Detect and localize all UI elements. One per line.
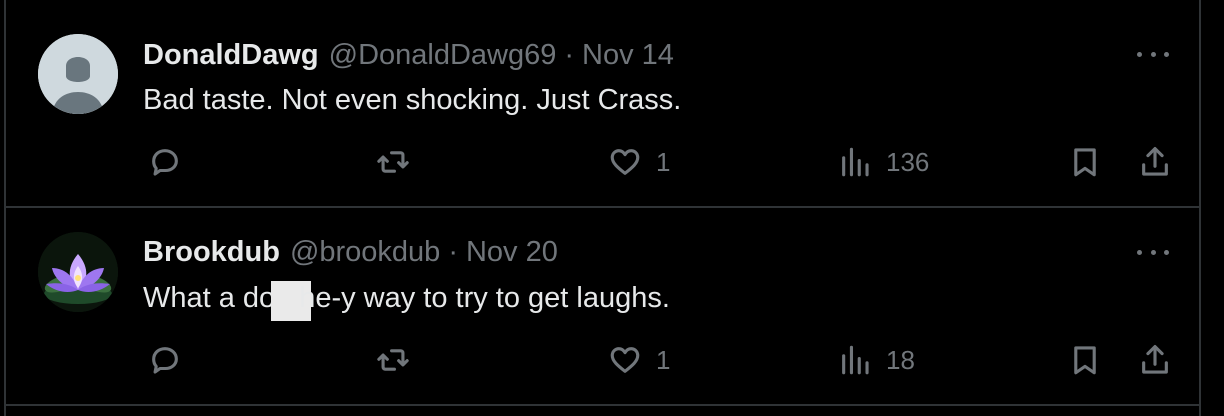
- bookmark-icon: [1074, 148, 1096, 177]
- share-button[interactable]: [1138, 340, 1172, 380]
- reply-feed: DonaldDawg @DonaldDawg69 · Nov 14 Bad ta…: [4, 0, 1201, 416]
- share-button[interactable]: [1138, 142, 1172, 182]
- more-dots-icon[interactable]: [1137, 44, 1169, 64]
- share-icon: [1142, 344, 1168, 374]
- tweet-text: Bad taste. Not even shocking. Just Crass…: [143, 82, 681, 118]
- reply-button[interactable]: [148, 142, 182, 182]
- share-icon: [1142, 146, 1168, 176]
- tweet-date[interactable]: Nov 14: [582, 37, 674, 73]
- display-name[interactable]: DonaldDawg: [143, 37, 319, 73]
- more-dots-icon[interactable]: [1137, 242, 1169, 262]
- tweet-header: DonaldDawg @DonaldDawg69 · Nov 14: [143, 37, 674, 73]
- tweet-text-content: Bad taste. Not even shocking. Just Crass…: [143, 84, 682, 116]
- action-bar: 1 136: [144, 142, 1184, 182]
- like-count: 1: [656, 344, 671, 375]
- like-button[interactable]: 1: [608, 142, 670, 182]
- heart-icon: [610, 347, 640, 373]
- avatar[interactable]: [38, 34, 118, 114]
- separator: ·: [564, 39, 575, 71]
- views-button[interactable]: 18: [838, 340, 915, 380]
- view-count: 136: [886, 146, 930, 177]
- tweet-date[interactable]: Nov 20: [466, 234, 558, 270]
- views-button[interactable]: 136: [838, 142, 929, 182]
- heart-icon: [610, 149, 640, 175]
- reply-icon: [152, 149, 178, 176]
- bookmark-button[interactable]: [1068, 142, 1102, 182]
- bookmark-button[interactable]: [1068, 340, 1102, 380]
- default-person-avatar-icon: [38, 34, 118, 114]
- lotus-flower-avatar-icon: [38, 232, 118, 312]
- avatar[interactable]: [38, 232, 118, 312]
- like-count: 1: [656, 146, 671, 177]
- views-chart-icon: [842, 147, 869, 177]
- tweet-text-before-redaction: What a do: [143, 282, 276, 314]
- reply-icon: [152, 347, 178, 374]
- retweet-button[interactable]: [376, 142, 410, 182]
- retweet-icon: [377, 349, 409, 371]
- separator: ·: [448, 236, 458, 268]
- user-handle[interactable]: @brookdub: [290, 234, 440, 270]
- retweet-button[interactable]: [376, 340, 410, 380]
- tweet-header: Brookdub @brookdub · Nov 20: [143, 234, 558, 270]
- display-name[interactable]: Brookdub: [143, 234, 280, 270]
- tweet-text-after-redaction: he-y way to try to get laughs.: [299, 282, 670, 314]
- reply-button[interactable]: [148, 340, 182, 380]
- like-button[interactable]: 1: [608, 340, 670, 380]
- tweet-text: What a do he-y way to try to get laughs.: [143, 280, 670, 321]
- tweet[interactable]: Brookdub @brookdub · Nov 20 What a do he-…: [6, 208, 1199, 406]
- view-count: 18: [886, 344, 915, 375]
- bookmark-icon: [1074, 346, 1096, 375]
- user-handle[interactable]: @DonaldDawg69: [329, 37, 557, 73]
- tweet[interactable]: DonaldDawg @DonaldDawg69 · Nov 14 Bad ta…: [6, 0, 1199, 208]
- action-bar: 1 18: [144, 340, 1184, 380]
- retweet-icon: [377, 151, 409, 173]
- views-chart-icon: [842, 345, 869, 375]
